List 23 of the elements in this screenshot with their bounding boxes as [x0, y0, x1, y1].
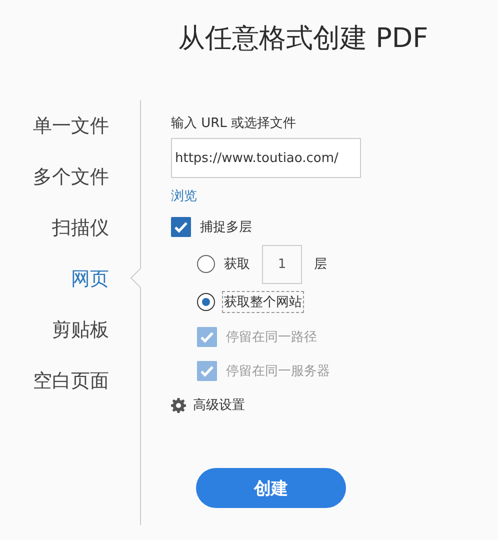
advanced-settings-link[interactable]: 高级设置 — [193, 396, 245, 414]
radio-label: 获取 — [224, 256, 250, 273]
sidebar-item[interactable]: 网页 — [71, 268, 109, 290]
page-title: 从任意格式创建 PDF — [177, 22, 430, 56]
radio-button[interactable] — [197, 255, 215, 273]
radio-button[interactable] — [197, 293, 215, 311]
checkbox-label: 停留在同一路径 — [226, 329, 317, 346]
unit-label: 层 — [314, 256, 327, 273]
sidebar-item[interactable]: 扫描仪 — [52, 217, 109, 239]
sidebar-item[interactable]: 剪贴板 — [52, 319, 109, 341]
checkbox-label: 捕捉多层 — [200, 219, 252, 236]
checkbox[interactable] — [171, 217, 191, 237]
settings-icon[interactable] — [171, 398, 186, 412]
radio-label: 获取整个网站 — [224, 293, 302, 311]
sidebar-item[interactable]: 单一文件 — [33, 115, 109, 137]
sidebar-item[interactable]: 空白页面 — [33, 370, 109, 392]
url-label: 输入 URL 或选择文件 — [171, 115, 296, 132]
create-button[interactable]: 创建 — [196, 468, 346, 508]
browse-link[interactable]: 浏览 — [171, 187, 197, 205]
checkbox-label: 停留在同一服务器 — [226, 363, 330, 380]
url-field[interactable]: https://www.toutiao.com/ — [171, 138, 361, 178]
sidebar-item[interactable]: 多个文件 — [33, 166, 109, 188]
levels-field[interactable]: 1 — [262, 244, 302, 284]
